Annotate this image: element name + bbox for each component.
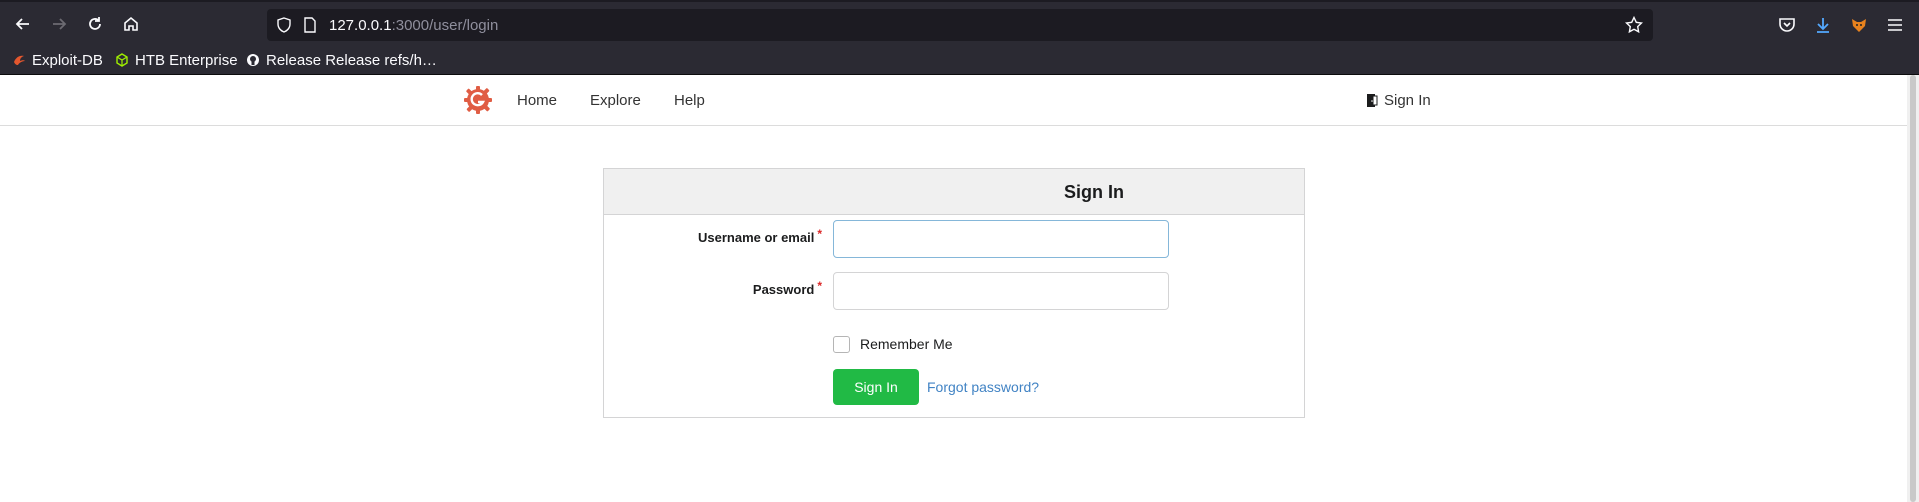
username-label-text: Username or email (697, 230, 815, 245)
forward-button[interactable] (46, 11, 72, 37)
page-icon[interactable] (303, 17, 317, 33)
htb-cube-icon (116, 53, 128, 67)
url-host: 127.0.0.1 (329, 17, 392, 34)
exploitdb-icon (14, 55, 25, 65)
remember-me-checkbox[interactable] (833, 336, 850, 353)
arrow-left-icon (15, 18, 29, 30)
shield-icon[interactable] (276, 17, 292, 33)
nav-explore[interactable]: Explore (590, 92, 641, 109)
reload-button[interactable] (82, 11, 108, 37)
bookmark-label: Release Release refs/h… (266, 51, 437, 69)
bookmark-exploitdb[interactable]: Exploit-DB (12, 50, 103, 70)
pocket-button[interactable] (1776, 14, 1798, 36)
bookmark-htb-enterprise[interactable]: HTB Enterprise (115, 50, 238, 70)
password-label-text: Password (752, 282, 815, 297)
required-marker: * (817, 279, 822, 293)
password-input[interactable] (833, 272, 1169, 310)
required-marker: * (817, 227, 822, 241)
downloads-button[interactable] (1812, 14, 1834, 36)
login-form: Sign In Username or email * Password * Rem… (603, 168, 1305, 418)
remember-me-label[interactable]: Remember Me (860, 336, 953, 352)
nav-help[interactable]: Help (674, 92, 705, 109)
bookmark-label: HTB Enterprise (135, 51, 238, 69)
reload-icon (89, 17, 101, 30)
site-navbar: Home Explore Help Sign In (0, 75, 1907, 126)
page-content: Home Explore Help Sign In Sign In Userna… (0, 75, 1919, 502)
extension-button[interactable] (1848, 14, 1870, 36)
nav-sign-in[interactable]: Sign In (1366, 92, 1431, 109)
address-bar[interactable]: 127.0.0.1:3000/user/login (267, 9, 1653, 41)
username-input[interactable] (833, 220, 1169, 258)
back-button[interactable] (10, 11, 36, 37)
home-button[interactable] (118, 11, 144, 37)
url-path: :3000/user/login (391, 17, 499, 34)
bookmark-release[interactable]: Release Release refs/h… (246, 50, 437, 70)
bookmark-label: Exploit-DB (32, 51, 103, 69)
arrow-right-icon (53, 18, 67, 30)
menu-button[interactable] (1884, 14, 1906, 36)
password-label: Password * (752, 279, 822, 297)
github-icon (247, 54, 259, 66)
login-title: Sign In (1064, 182, 1124, 202)
hamburger-menu-icon (1888, 19, 1902, 31)
forgot-password-link[interactable]: Forgot password? (927, 379, 1039, 395)
login-header: Sign In (604, 169, 1304, 215)
fox-extension-icon (1852, 19, 1866, 32)
pocket-icon (1779, 18, 1795, 32)
scrollbar[interactable] (1907, 75, 1919, 502)
nav-sign-in-label: Sign In (1384, 92, 1431, 109)
browser-toolbar: 127.0.0.1:3000/user/login (0, 0, 1919, 46)
star-icon[interactable] (1625, 16, 1643, 34)
sign-in-icon (1367, 94, 1378, 107)
username-label: Username or email * (697, 227, 822, 245)
sign-in-button[interactable]: Sign In (833, 369, 919, 405)
scrollbar-thumb[interactable] (1910, 75, 1916, 502)
download-icon (1817, 18, 1829, 33)
home-icon (124, 16, 138, 31)
url-text[interactable]: 127.0.0.1:3000/user/login (329, 17, 498, 34)
nav-home[interactable]: Home (517, 92, 557, 109)
gitea-logo-icon[interactable] (463, 85, 493, 115)
bookmarks-bar: Exploit-DB HTB Enterprise Release Releas… (0, 46, 1919, 75)
